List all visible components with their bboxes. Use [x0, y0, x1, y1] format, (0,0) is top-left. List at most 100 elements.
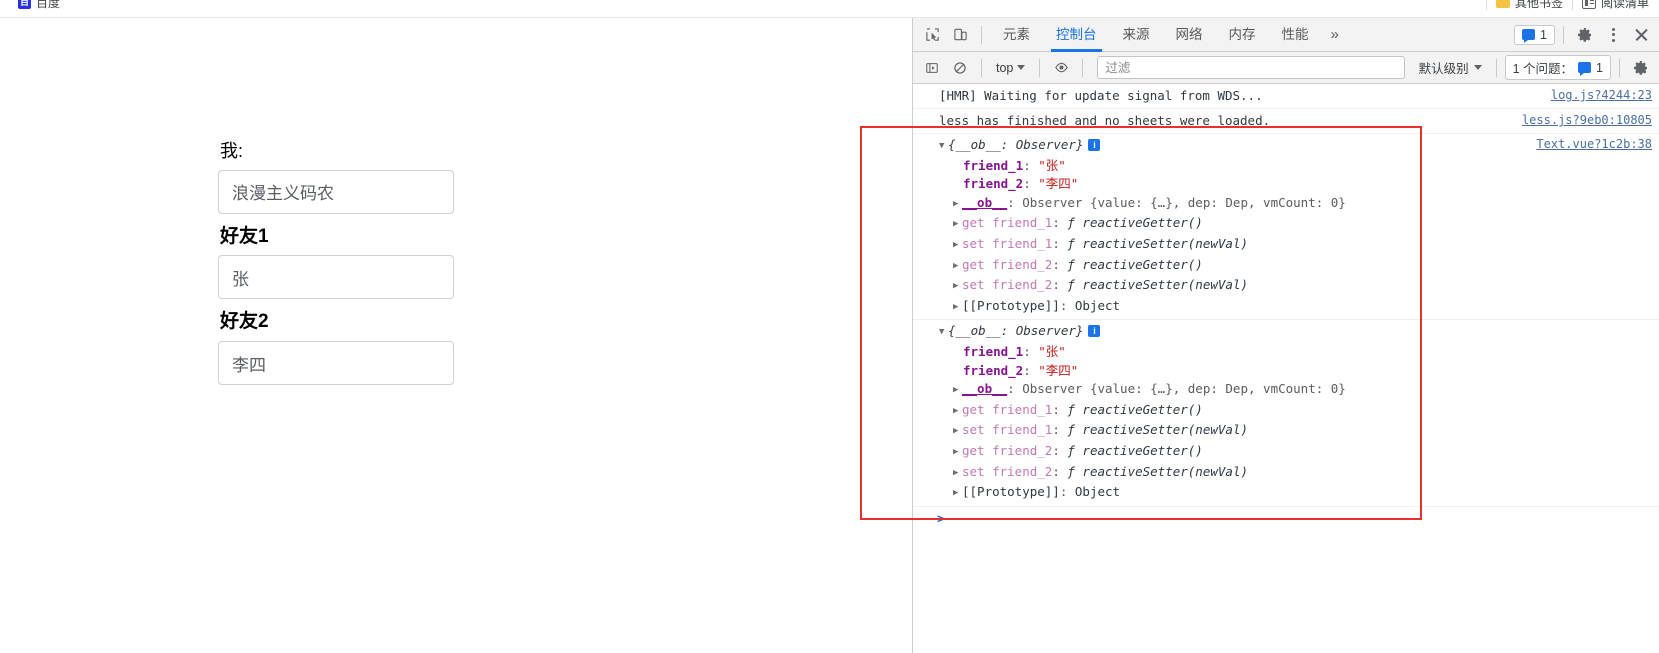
property-key: set friend_2 — [962, 463, 1053, 479]
tab-network[interactable]: 网络 — [1163, 18, 1216, 52]
console-object-group[interactable]: {__ob__: Observer} i friend_1: "张" friend… — [913, 320, 1659, 507]
object-property: friend_1: "张" — [963, 157, 1066, 173]
property-key: get friend_2 — [962, 256, 1053, 272]
more-tabs-icon[interactable]: » — [1322, 26, 1348, 43]
console-message-hmr[interactable]: [HMR] Waiting for update signal from WDS… — [913, 84, 1659, 109]
property-value: Observer {value: {…}, dep: Dep, vmCount:… — [1022, 194, 1346, 210]
object-property[interactable]: get friend_1: ƒ reactiveGetter() — [939, 401, 1659, 422]
property-value: ƒ reactiveGetter() — [1067, 256, 1203, 272]
property-key: [[Prototype]] — [962, 484, 1060, 500]
console-message-text: [HMR] Waiting for update signal from WDS… — [939, 88, 1263, 103]
disclosure-triangle-icon[interactable] — [953, 422, 962, 441]
bookmark-label: 百度 — [36, 0, 61, 10]
console-object-group[interactable]: Text.vue?1c2b:38 {__ob__: Observer} i fri… — [913, 134, 1659, 321]
disclosure-triangle-icon[interactable] — [953, 298, 962, 317]
object-property[interactable]: [[Prototype]]: Object — [939, 297, 1659, 318]
object-property[interactable]: set friend_1: ƒ reactiveSetter(newVal) — [939, 235, 1659, 256]
kebab-glyph — [1605, 27, 1621, 43]
console-message-source-link[interactable]: less.js?9eb0:10805 — [1522, 112, 1652, 129]
bookmark-divider — [1571, 0, 1573, 10]
disclosure-triangle-icon[interactable] — [939, 323, 948, 342]
execution-context-selector[interactable]: top — [990, 59, 1031, 77]
bookmark-bar: 百 百度 其他书签 阅读清单 — [0, 0, 1659, 17]
disclosure-triangle-icon[interactable] — [953, 484, 962, 503]
bookmark-reading-list[interactable]: 阅读清单 — [1581, 0, 1649, 11]
object-property[interactable]: set friend_2: ƒ reactiveSetter(newVal) — [939, 463, 1659, 484]
disclosure-triangle-icon[interactable] — [953, 464, 962, 483]
input-me[interactable] — [218, 169, 454, 214]
disclosure-triangle-icon[interactable] — [953, 381, 962, 400]
tab-console[interactable]: 控制台 — [1043, 18, 1110, 52]
object-property[interactable]: [[Prototype]]: Object — [939, 483, 1659, 504]
console-message-source-link[interactable]: Text.vue?1c2b:38 — [1536, 137, 1652, 151]
object-property[interactable]: get friend_2: ƒ reactiveGetter() — [939, 442, 1659, 463]
tab-sources[interactable]: 来源 — [1110, 18, 1163, 52]
chevron-down-icon — [1473, 65, 1482, 70]
object-header-line[interactable]: {__ob__: Observer} i — [939, 322, 1659, 343]
execution-context-label: top — [996, 60, 1014, 75]
close-glyph — [1633, 27, 1649, 43]
console-prompt[interactable]: > — [913, 507, 1659, 537]
property-value: ƒ reactiveSetter(newVal) — [1067, 422, 1248, 438]
property-value: ƒ reactiveSetter(newVal) — [1067, 463, 1248, 479]
info-badge-icon[interactable]: i — [1088, 139, 1101, 151]
issues-badge-toolbar[interactable]: 1 — [1514, 24, 1555, 45]
disclosure-triangle-icon[interactable] — [953, 236, 962, 255]
disclosure-triangle-icon[interactable] — [953, 277, 962, 296]
console-settings-gear-icon[interactable] — [1628, 55, 1654, 81]
inspect-element-icon[interactable] — [919, 22, 945, 48]
property-value: Object — [1074, 297, 1121, 313]
object-property[interactable]: set friend_1: ƒ reactiveSetter(newVal) — [939, 421, 1659, 442]
clear-console-icon[interactable] — [947, 55, 973, 81]
more-options-icon[interactable] — [1600, 22, 1626, 48]
object-property[interactable]: get friend_2: ƒ reactiveGetter() — [939, 256, 1659, 277]
gear-icon[interactable] — [1572, 22, 1598, 48]
bookmark-other-bookmarks[interactable]: 其他书签 — [1495, 0, 1563, 11]
tab-memory[interactable]: 内存 — [1216, 18, 1269, 52]
object-property: friend_1: "张" — [963, 343, 1066, 359]
filterbar-divider — [1082, 58, 1084, 77]
object-property[interactable]: __ob__: Observer {value: {…}, dep: Dep, … — [939, 380, 1659, 401]
property-value: ƒ reactiveGetter() — [1067, 401, 1203, 417]
property-value: Object — [1074, 484, 1121, 500]
issues-count: 1 — [1596, 60, 1603, 75]
property-key: get friend_1 — [962, 215, 1053, 231]
object-property[interactable]: get friend_1: ƒ reactiveGetter() — [939, 214, 1659, 235]
console-message-source-link[interactable]: log.js?4244:23 — [1551, 87, 1652, 104]
console-message-list[interactable]: [HMR] Waiting for update signal from WDS… — [913, 84, 1659, 653]
bookmark-divider — [1485, 0, 1487, 10]
disclosure-triangle-icon[interactable] — [953, 215, 962, 234]
console-sidebar-icon[interactable] — [919, 55, 945, 81]
close-icon[interactable] — [1628, 22, 1654, 48]
issues-label: 1 个问题： — [1512, 62, 1574, 76]
input-friend-2[interactable] — [218, 341, 454, 386]
clear-glyph — [954, 61, 966, 74]
disclosure-triangle-icon[interactable] — [953, 195, 962, 214]
device-toolbar-icon[interactable] — [947, 22, 973, 48]
tab-elements[interactable]: 元素 — [990, 18, 1043, 52]
device-toolbar-glyph — [953, 28, 967, 41]
log-level-selector[interactable]: 默认级别 — [1413, 56, 1488, 79]
object-property[interactable]: __ob__: Observer {value: {…}, dep: Dep, … — [939, 194, 1659, 215]
chevron-down-icon — [1017, 65, 1026, 70]
property-value: ƒ reactiveGetter() — [1067, 215, 1203, 231]
tab-performance[interactable]: 性能 — [1269, 18, 1322, 52]
devtools-panel: 元素 控制台 来源 网络 内存 性能 » 1 top 过滤 默认级别 1 个问题… — [912, 18, 1659, 653]
input-friend-1[interactable] — [218, 255, 454, 300]
disclosure-triangle-icon[interactable] — [939, 137, 948, 156]
filterbar-divider — [981, 58, 982, 77]
disclosure-triangle-icon[interactable] — [953, 402, 962, 421]
screenshot-root: 百 百度 其他书签 阅读清单 我: 好友1 好友2 — [0, 0, 1659, 653]
object-property: friend_2: "李四" — [963, 362, 1079, 378]
live-expression-icon[interactable] — [1048, 55, 1074, 81]
disclosure-triangle-icon[interactable] — [953, 443, 962, 462]
bookmark-baidu[interactable]: 百 百度 — [18, 0, 60, 11]
console-filter-input[interactable] — [1097, 56, 1405, 79]
object-property[interactable]: set friend_2: ƒ reactiveSetter(newVal) — [939, 276, 1659, 297]
console-message-less[interactable]: less has finished and no sheets were loa… — [913, 109, 1659, 134]
filterbar-divider — [1495, 58, 1497, 77]
info-badge-icon[interactable]: i — [1088, 325, 1101, 338]
console-filter-bar: top 默认级别 1 个问题： 1 — [913, 52, 1659, 84]
issues-badge-filterbar[interactable]: 1 个问题： 1 — [1504, 55, 1611, 80]
disclosure-triangle-icon[interactable] — [953, 257, 962, 276]
